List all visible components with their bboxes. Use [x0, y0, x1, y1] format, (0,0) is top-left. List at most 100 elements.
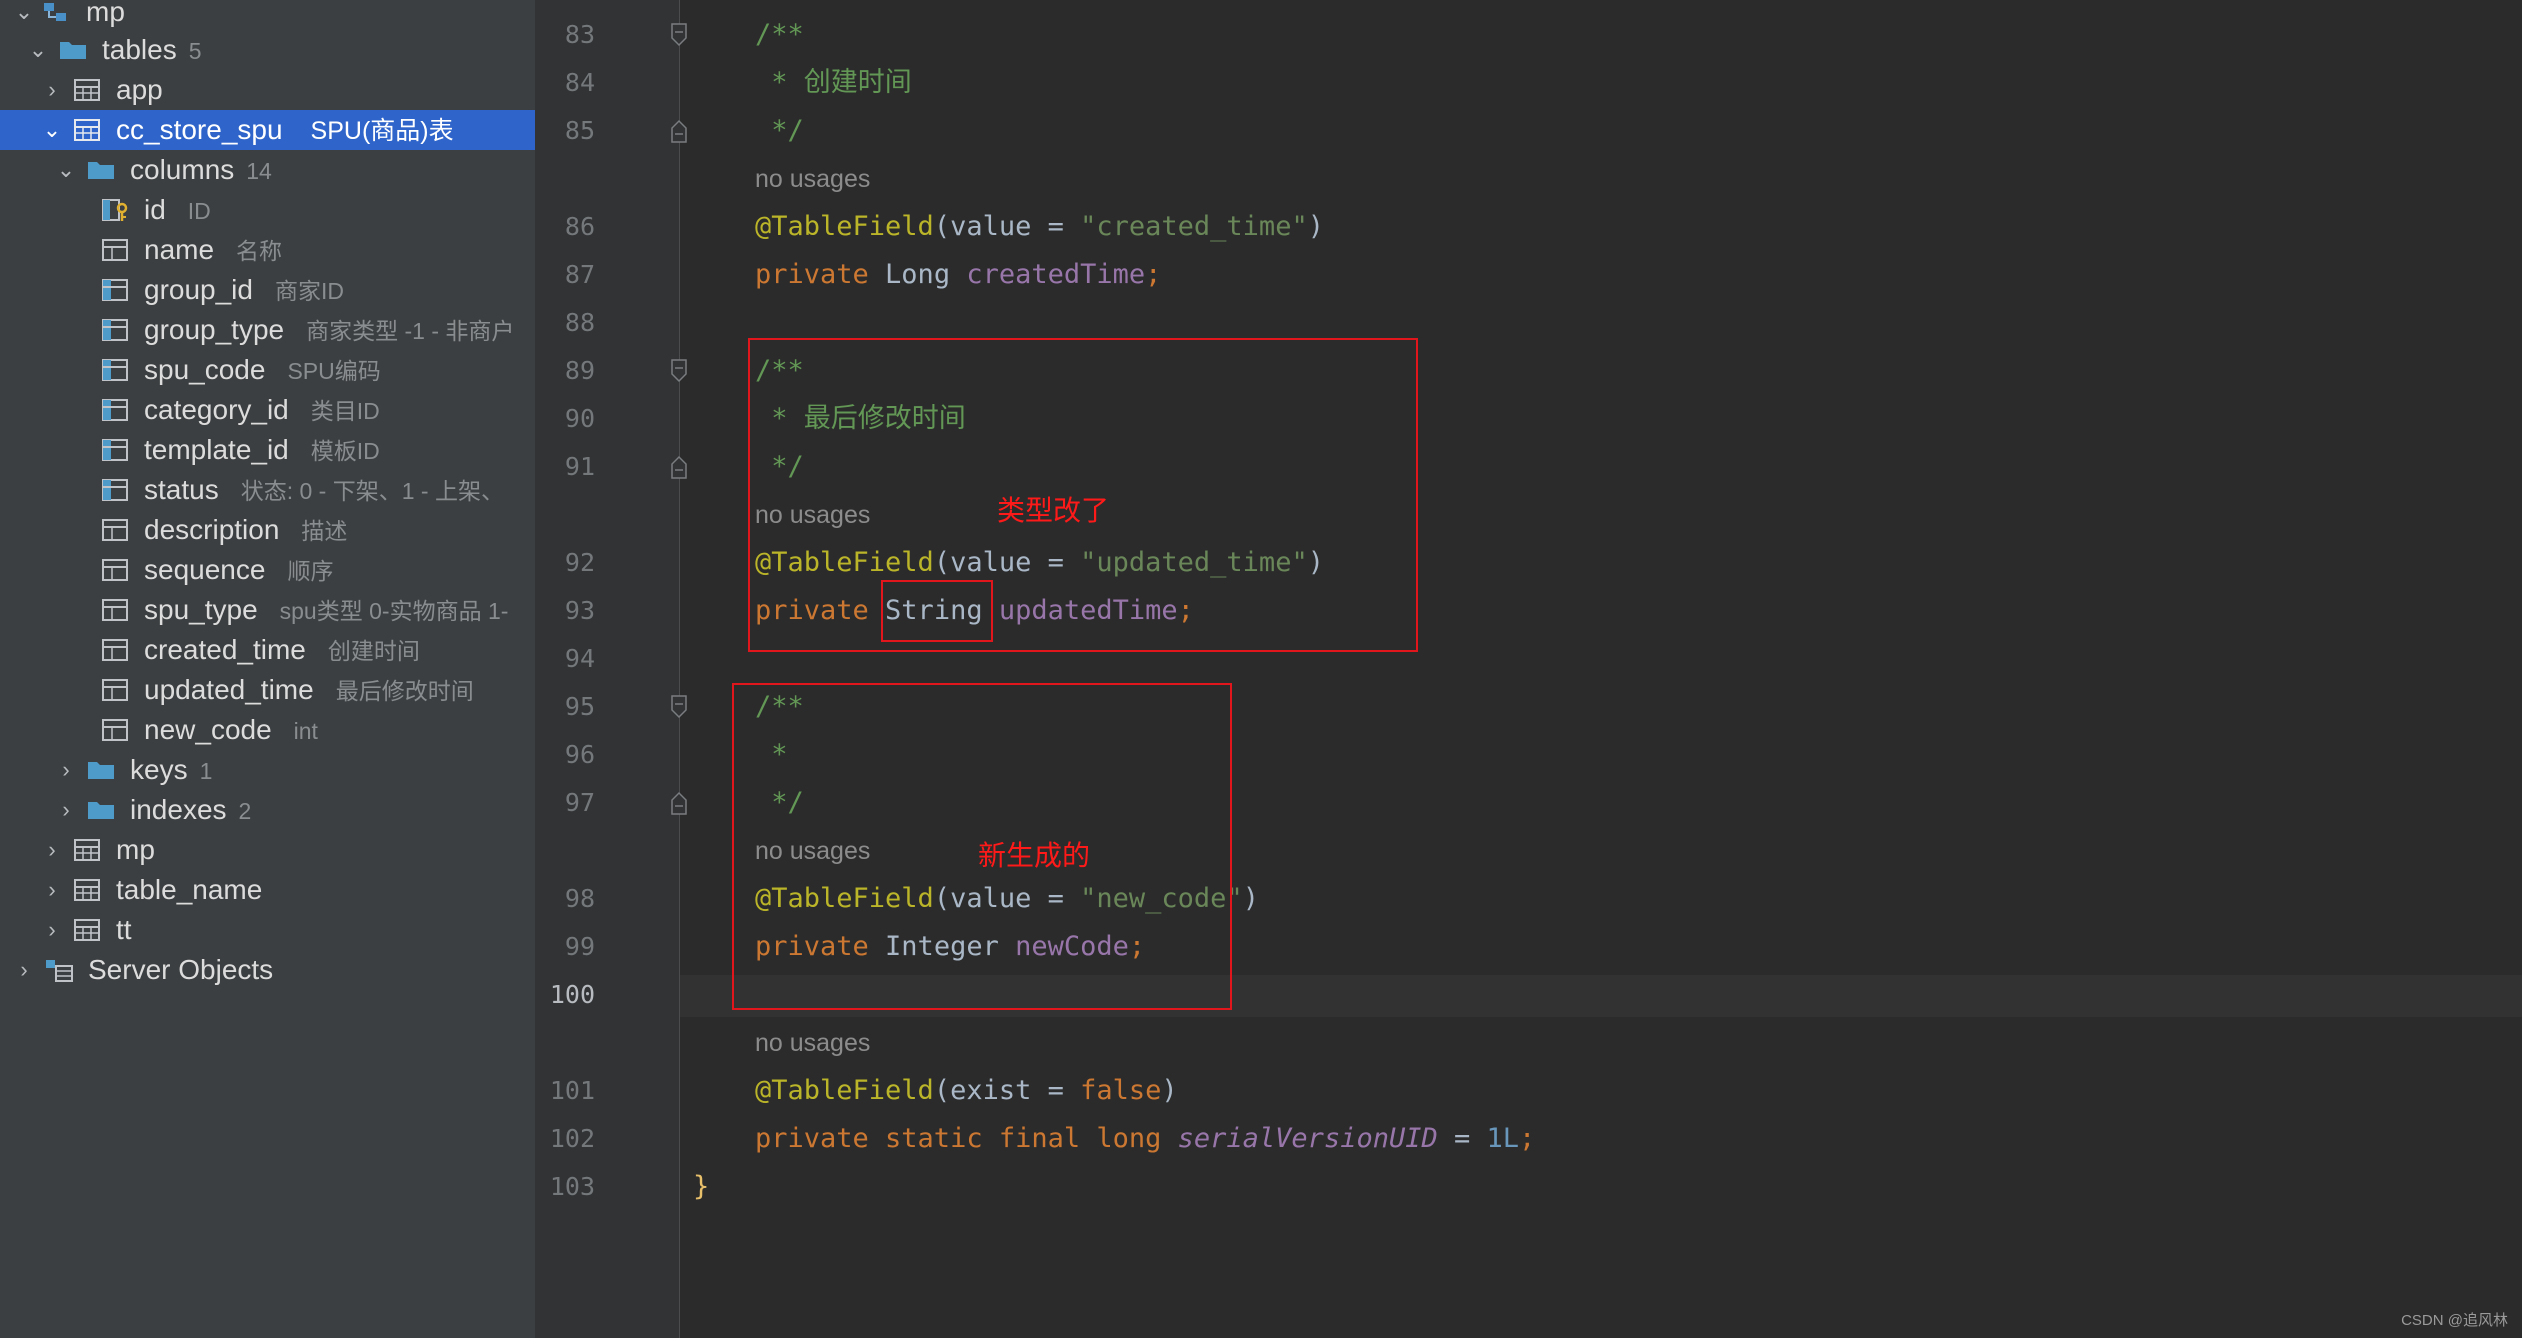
- keyword-token: false: [1080, 1075, 1162, 1106]
- tree-node-tables[interactable]: ⌄ tables 5: [0, 30, 535, 70]
- tree-node-column[interactable]: id ID: [0, 190, 535, 230]
- tree-node-table-mp[interactable]: › mp: [0, 830, 535, 870]
- tree-node-table-app[interactable]: › app: [0, 70, 535, 110]
- tree-node-table-cc-store-spu[interactable]: ⌄ cc_store_spu SPU(商品)表: [0, 110, 535, 150]
- tree-node-column[interactable]: group_type 商家类型 -1 - 非商户: [0, 310, 535, 350]
- static-field-token: serialVersionUID: [1177, 1123, 1438, 1154]
- chevron-right-icon[interactable]: ›: [56, 750, 76, 790]
- column-comment: 描述: [301, 518, 348, 544]
- fold-start-icon[interactable]: [668, 22, 690, 48]
- line-number: 85: [564, 116, 595, 145]
- table-icon: [72, 837, 102, 863]
- table-name: cc_store_spu: [116, 114, 283, 145]
- tree-label: indexes 2: [130, 790, 251, 830]
- tree-node-columns[interactable]: ⌄ columns 14: [0, 150, 535, 190]
- tree-node-column[interactable]: new_code int: [0, 710, 535, 750]
- tree-node-column[interactable]: spu_type spu类型 0-实物商品 1-: [0, 590, 535, 630]
- column-name: description: [144, 514, 280, 545]
- chevron-right-icon[interactable]: ›: [42, 870, 62, 910]
- table-icon: [72, 77, 102, 103]
- chevron-right-icon[interactable]: ›: [56, 790, 76, 830]
- column-name: new_code: [144, 714, 272, 745]
- tree-node-column[interactable]: template_id 模板ID: [0, 430, 535, 470]
- tree-node-column[interactable]: updated_time 最后修改时间: [0, 670, 535, 710]
- line-number: 95: [564, 692, 595, 721]
- code-token: (exist =: [933, 1075, 1081, 1106]
- tree-label: template_id 模板ID: [144, 430, 380, 470]
- tree-node-column[interactable]: spu_code SPU编码: [0, 350, 535, 390]
- column-comment: int: [293, 718, 318, 744]
- fold-end-icon[interactable]: [668, 790, 690, 816]
- fold-end-icon[interactable]: [668, 454, 690, 480]
- chevron-down-icon[interactable]: ⌄: [28, 30, 48, 70]
- chevron-right-icon[interactable]: ›: [42, 830, 62, 870]
- tree-node-column[interactable]: description 描述: [0, 510, 535, 550]
- chevron-right-icon[interactable]: ›: [42, 910, 62, 950]
- tree-node-column[interactable]: category_id 类目ID: [0, 390, 535, 430]
- line-number: 89: [564, 356, 595, 385]
- keyword-token: private static final long: [755, 1123, 1178, 1154]
- column-comment: 名称: [236, 238, 283, 264]
- no-usages-hint[interactable]: no usages: [755, 159, 870, 199]
- field-token: createdTime: [966, 259, 1146, 290]
- tree-label: columns 14: [130, 150, 272, 190]
- tree-node-column[interactable]: name 名称: [0, 230, 535, 270]
- column-name: name: [144, 234, 215, 265]
- ide-window: ⌄ mp ⌄ tables 5 › app ⌄ cc_store_spu SPU…: [0, 0, 2522, 1338]
- tree-node-database-mp[interactable]: ⌄ mp: [0, 0, 535, 32]
- fold-start-icon[interactable]: [668, 694, 690, 720]
- column-icon: [100, 717, 130, 743]
- chevron-down-icon[interactable]: ⌄: [42, 110, 62, 150]
- database-explorer: ⌄ mp ⌄ tables 5 › app ⌄ cc_store_spu SPU…: [0, 0, 535, 1338]
- line-number: 83: [564, 20, 595, 49]
- column-comment: 模板ID: [310, 438, 380, 464]
- gutter-separator: [679, 0, 680, 1338]
- column-name: created_time: [144, 634, 306, 665]
- tree-node-table-tt[interactable]: › tt: [0, 910, 535, 950]
- line-number: 87: [564, 260, 595, 289]
- watermark: CSDN @追风林: [2401, 1312, 2508, 1329]
- tree-node-column[interactable]: status 状态: 0 - 下架、1 - 上架、: [0, 470, 535, 510]
- code-line-83: /**: [755, 19, 804, 50]
- indexes-label: indexes: [130, 794, 227, 825]
- code-line-87: private Long createdTime;: [755, 255, 1161, 295]
- tables-label: tables: [102, 34, 177, 65]
- chevron-right-icon[interactable]: ›: [14, 950, 34, 990]
- code-token: ): [1161, 1075, 1178, 1106]
- table-icon: [72, 917, 102, 943]
- column-name: spu_type: [144, 594, 258, 625]
- chevron-down-icon[interactable]: ⌄: [14, 0, 34, 32]
- column-name: status: [144, 474, 219, 505]
- number-token: 1L: [1486, 1123, 1520, 1154]
- no-usages-hint[interactable]: no usages: [755, 1023, 870, 1063]
- tree-label: name 名称: [144, 230, 282, 270]
- schema-icon: [42, 0, 72, 25]
- column-name: template_id: [144, 434, 289, 465]
- tree-node-server-objects[interactable]: › Server Objects: [0, 950, 535, 990]
- code-line-84: * 创建时间: [755, 67, 912, 98]
- line-number: 90: [564, 404, 595, 433]
- tree-label: app: [116, 74, 163, 105]
- tree-node-indexes[interactable]: › indexes 2: [0, 790, 535, 830]
- annotation-text-newly-generated: 新生成的: [978, 840, 1091, 871]
- keys-count: 1: [199, 758, 213, 784]
- fold-start-icon[interactable]: [668, 358, 690, 384]
- chevron-right-icon[interactable]: ›: [42, 70, 62, 110]
- tree-label: tt: [116, 914, 132, 945]
- tree-node-table-table-name[interactable]: › table_name: [0, 870, 535, 910]
- folder-icon: [86, 157, 116, 183]
- tree-node-keys[interactable]: › keys 1: [0, 750, 535, 790]
- line-number: 91: [564, 452, 595, 481]
- tree-label: keys 1: [130, 750, 212, 790]
- chevron-down-icon[interactable]: ⌄: [56, 150, 76, 190]
- tree-node-column[interactable]: sequence 顺序: [0, 550, 535, 590]
- tree-node-column[interactable]: created_time 创建时间: [0, 630, 535, 670]
- line-number: 103: [549, 1172, 595, 1201]
- tree-node-column[interactable]: group_id 商家ID: [0, 270, 535, 310]
- fold-end-icon[interactable]: [668, 118, 690, 144]
- line-number: 102: [549, 1124, 595, 1153]
- indexed-column-icon: [100, 277, 130, 303]
- code-editor[interactable]: 83 84 85 86 87 88 89 90 91 92 93 94 95 9…: [535, 0, 2522, 1338]
- tables-count: 5: [188, 38, 202, 64]
- code-line-101: @TableField(exist = false): [755, 1071, 1178, 1111]
